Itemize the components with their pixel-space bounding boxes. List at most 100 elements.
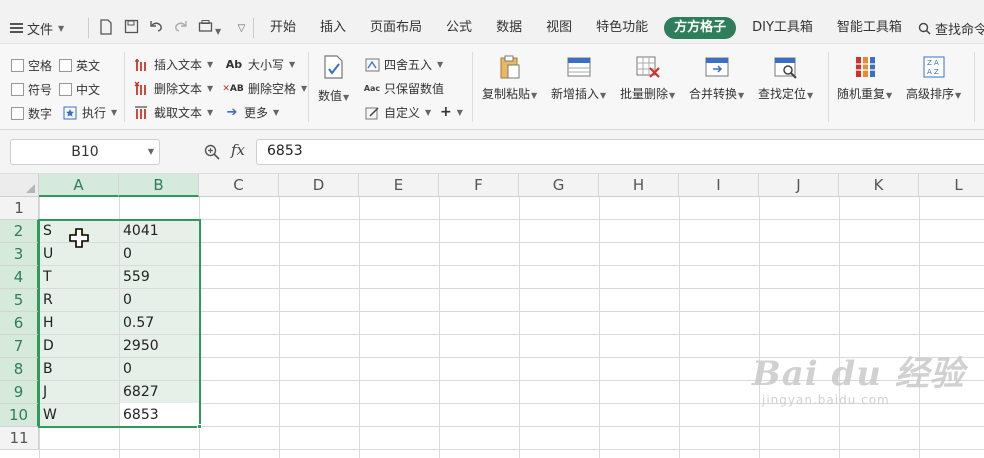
advanced-sort-button[interactable]: Z AA Z 高级排序▼ (906, 54, 961, 102)
tab-diy-toolbox[interactable]: DIY工具箱 (740, 17, 825, 39)
cell-a3[interactable]: U (39, 243, 53, 266)
chevron-down-icon[interactable]: ▼ (148, 147, 154, 156)
column-header-b[interactable]: B (119, 174, 199, 197)
space-checkbox[interactable]: 空格 (11, 57, 52, 74)
mouse-cursor-icon (66, 226, 92, 255)
tab-fangfangegezi[interactable]: 方方格子 (664, 17, 737, 39)
delete-space-button[interactable]: ✕ AB 删除空格 ▼ (222, 80, 307, 97)
column-header-a[interactable]: A (39, 174, 119, 197)
zoom-formula-icon[interactable] (204, 144, 220, 163)
row-header-6[interactable]: 6 (0, 312, 39, 335)
row-header-4[interactable]: 4 (0, 266, 39, 289)
delete-text-button[interactable]: 删除文本 ▼ (134, 80, 213, 97)
insert-function-button[interactable]: fx (231, 141, 245, 159)
name-box-value: B10 (71, 144, 99, 160)
row-header-8[interactable]: 8 (0, 358, 39, 381)
cell-a8[interactable]: B (39, 358, 53, 381)
undo-icon[interactable] (148, 19, 164, 35)
cell-b8[interactable]: 0 (119, 358, 132, 381)
column-header-j[interactable]: J (759, 174, 839, 197)
row-header-9[interactable]: 9 (0, 381, 39, 404)
row-header-5[interactable]: 5 (0, 289, 39, 312)
column-header-c[interactable]: C (199, 174, 279, 197)
column-header-k[interactable]: K (839, 174, 919, 197)
execute-icon (62, 105, 78, 121)
formula-input[interactable]: 6853 (256, 139, 984, 165)
row-header-1[interactable]: 1 (0, 197, 39, 220)
column-header-e[interactable]: E (359, 174, 439, 197)
print-preview-icon[interactable]: ▼ (198, 19, 226, 36)
column-header-f[interactable]: F (439, 174, 519, 197)
copy-paste-button[interactable]: 复制粘贴▼ (482, 54, 537, 102)
cell-b9[interactable]: 6827 (119, 381, 159, 404)
file-menu-button[interactable]: 文件 ▼ (10, 18, 64, 38)
add-button[interactable]: + ▼ (440, 104, 463, 120)
cell-a9[interactable]: J (39, 381, 47, 404)
new-file-icon[interactable] (98, 19, 114, 35)
round-button[interactable]: 四舍五入 ▼ (364, 56, 443, 73)
cell-b5[interactable]: 0 (119, 289, 132, 312)
tab-insert[interactable]: 插入 (308, 17, 358, 39)
cell-a10[interactable]: W (39, 404, 57, 427)
cell-a7[interactable]: D (39, 335, 54, 358)
column-header-l[interactable]: L (919, 174, 984, 197)
tab-smart-toolbox[interactable]: 智能工具箱 (825, 17, 914, 39)
extract-text-button[interactable]: 截取文本 ▼ (134, 104, 213, 121)
case-button[interactable]: Ab 大小写 ▼ (224, 56, 295, 73)
random-repeat-label: 随机重复▼ (837, 87, 893, 101)
redo-icon[interactable] (172, 19, 188, 35)
cell-a5[interactable]: R (39, 289, 53, 312)
batch-delete-label: 批量删除▼ (620, 87, 676, 101)
cell-a6[interactable]: H (39, 312, 54, 335)
row-header-7[interactable]: 7 (0, 335, 39, 358)
cell-b2[interactable]: 4041 (119, 220, 159, 243)
row-header-2[interactable]: 2 (0, 220, 39, 243)
tab-special-features[interactable]: 特色功能 (584, 17, 660, 39)
numeric-label: 数值▼ (318, 89, 350, 103)
fill-handle[interactable] (197, 424, 202, 429)
svg-text:Z A: Z A (927, 59, 939, 67)
tab-data[interactable]: 数据 (484, 17, 534, 39)
cell-b3[interactable]: 0 (119, 243, 132, 266)
find-locate-button[interactable]: 查找定位▼ (758, 54, 813, 102)
insert-text-icon (134, 57, 150, 73)
batch-delete-button[interactable]: 批量删除▼ (620, 54, 675, 102)
merge-convert-button[interactable]: 合并转换▼ (689, 54, 744, 102)
column-header-i[interactable]: I (679, 174, 759, 197)
cell-a4[interactable]: T (39, 266, 52, 289)
execute-button[interactable]: 执行 ▼ (62, 104, 117, 121)
number-checkbox[interactable]: 数字 (11, 105, 52, 122)
custom-button[interactable]: 自定义 ▼ (364, 104, 431, 121)
tab-page-layout[interactable]: 页面布局 (358, 17, 434, 39)
cell-b10[interactable]: 6853 (119, 404, 159, 427)
random-repeat-button[interactable]: 随机重复▼ (837, 54, 892, 102)
symbol-checkbox[interactable]: 符号 (11, 81, 52, 98)
insert-text-button[interactable]: 插入文本 ▼ (134, 56, 213, 73)
command-search[interactable]: 查找命令、 (918, 19, 984, 38)
numeric-button[interactable]: 数值▼ (318, 54, 349, 104)
cell-b4[interactable]: 559 (119, 266, 150, 289)
keep-values-button[interactable]: Aac 只保留数值 (364, 80, 444, 97)
english-checkbox[interactable]: 英文 (59, 57, 100, 74)
customize-toolbar-icon[interactable]: ▽ (233, 19, 249, 35)
find-locate-icon (772, 54, 800, 80)
row-header-10[interactable]: 10 (0, 404, 39, 427)
select-all-button[interactable] (0, 174, 39, 197)
svg-text:A Z: A Z (927, 68, 939, 76)
name-box[interactable]: B10 ▼ (10, 139, 160, 165)
tab-home[interactable]: 开始 (258, 17, 308, 39)
column-header-g[interactable]: G (519, 174, 599, 197)
cell-a2[interactable]: S (39, 220, 52, 243)
chinese-checkbox[interactable]: 中文 (59, 81, 100, 98)
more-button[interactable]: ➔ 更多 ▼ (224, 104, 280, 121)
tab-view[interactable]: 视图 (534, 17, 584, 39)
tab-formulas[interactable]: 公式 (434, 17, 484, 39)
row-header-3[interactable]: 3 (0, 243, 39, 266)
cell-b7[interactable]: 2950 (119, 335, 159, 358)
column-header-d[interactable]: D (279, 174, 359, 197)
column-header-h[interactable]: H (599, 174, 679, 197)
cell-b6[interactable]: 0.57 (119, 312, 154, 335)
row-header-11[interactable]: 11 (0, 427, 39, 450)
new-insert-button[interactable]: 新增插入▼ (551, 54, 606, 102)
save-icon[interactable] (123, 19, 139, 35)
